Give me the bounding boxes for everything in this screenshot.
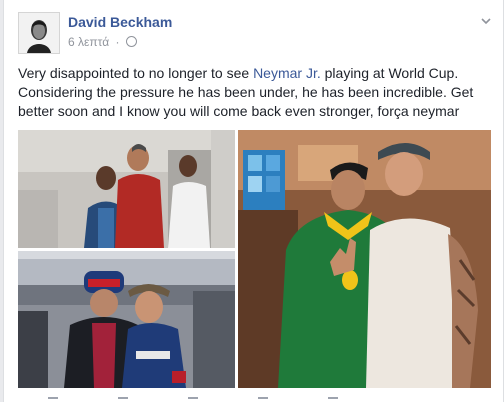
action-divider — [48, 397, 58, 399]
neymar-mention-link[interactable]: Neymar Jr. — [253, 65, 321, 81]
post-meta: 6 λεπτά · — [68, 35, 137, 49]
photo-grid — [18, 130, 491, 388]
action-divider — [328, 397, 338, 399]
photo-right-brazil-jersey[interactable] — [238, 130, 491, 388]
post-text-part1: Very disappointed to no longer to see — [18, 65, 254, 81]
meta-separator: · — [115, 35, 120, 49]
post-text: Very disappointed to no longer to see Ne… — [18, 64, 492, 121]
globe-icon[interactable] — [125, 36, 137, 47]
post-timestamp[interactable]: 6 λεπτά — [68, 35, 109, 49]
photo-top-left-room[interactable] — [18, 130, 235, 248]
photo-bottom-left-redbull[interactable] — [18, 251, 235, 388]
post-card: David Beckham 6 λεπτά · Very disappointe… — [3, 0, 504, 402]
avatar[interactable] — [18, 12, 60, 54]
post-actions-bar — [18, 394, 492, 402]
action-divider — [188, 397, 198, 399]
action-divider — [118, 397, 128, 399]
action-divider — [258, 397, 268, 399]
author-name-link[interactable]: David Beckham — [68, 14, 172, 30]
profile-photo — [19, 13, 59, 53]
chevron-down-icon[interactable] — [479, 14, 493, 28]
